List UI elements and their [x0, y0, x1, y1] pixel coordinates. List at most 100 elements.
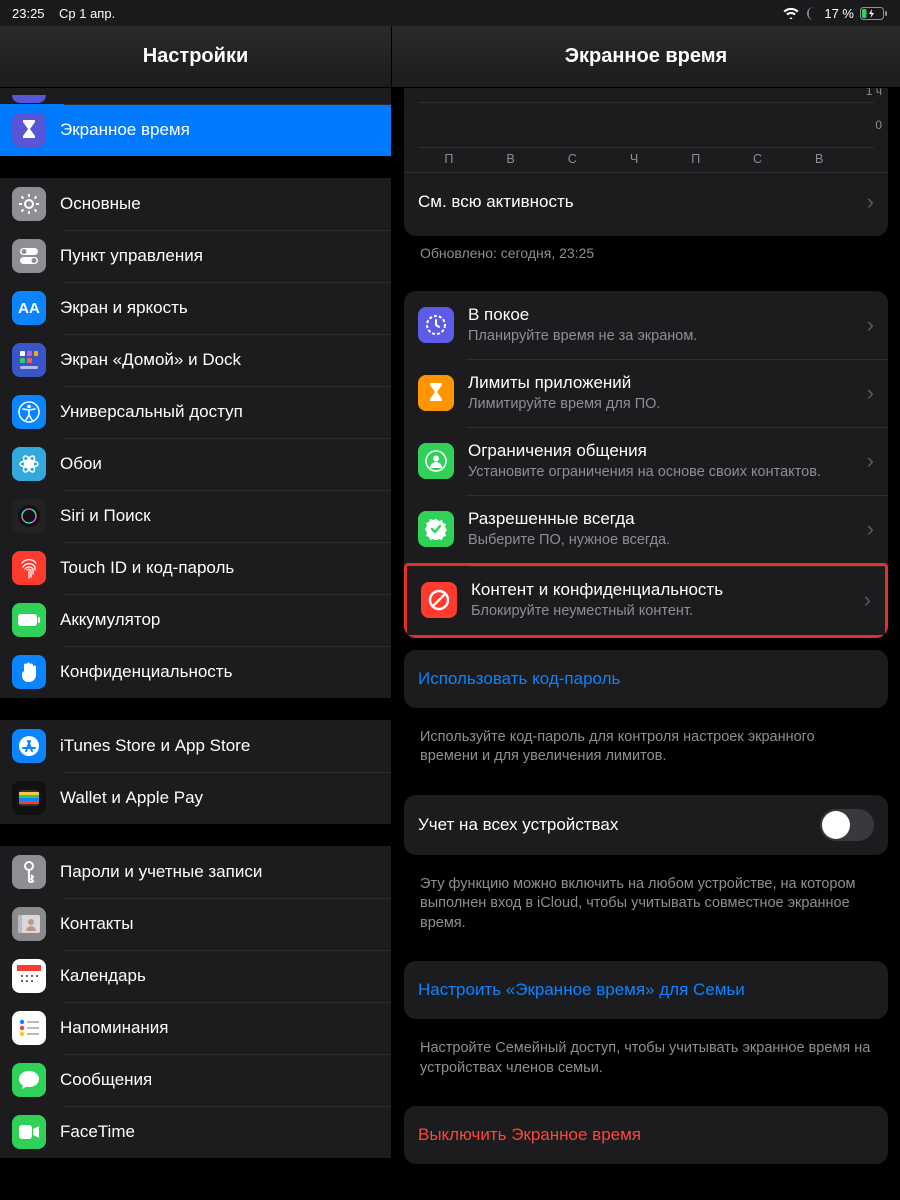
chevron-right-icon: ›: [867, 516, 874, 542]
sidebar-label: iTunes Store и App Store: [60, 736, 250, 756]
sidebar-item-itunes-appstore[interactable]: iTunes Store и App Store: [0, 720, 391, 772]
sidebar-label: Основные: [60, 194, 141, 214]
chart-ylabel-top: 1 ч: [866, 88, 882, 98]
hand-icon: [12, 655, 46, 689]
sidebar-label: Экранное время: [60, 120, 190, 140]
see-all-label: См. всю активность: [418, 192, 859, 212]
no-entry-icon: [421, 582, 457, 618]
row-title: Учет на всех устройствах: [418, 815, 820, 835]
sidebar-item-messages[interactable]: Сообщения: [0, 1054, 391, 1106]
activity-chart-card: 1 ч 0 П В С Ч: [404, 88, 888, 236]
dnd-moon-icon: [805, 7, 818, 20]
chevron-right-icon: ›: [867, 189, 874, 215]
row-sub: Установите ограничения на основе своих к…: [468, 463, 859, 481]
see-all-activity-row[interactable]: См. всю активность ›: [404, 172, 888, 230]
hourglass-icon: [418, 375, 454, 411]
detail-pane: Экранное время 1 ч 0: [392, 26, 900, 1200]
row-family-setup[interactable]: Настроить «Экранное время» для Семьи: [404, 961, 888, 1019]
status-battery-pct: 17 %: [824, 6, 854, 21]
sidebar-label: Аккумулятор: [60, 610, 160, 630]
card-passcode: Использовать код-пароль: [404, 650, 888, 708]
sidebar-item-screen-time[interactable]: Экранное время: [0, 104, 391, 156]
sidebar-title: Настройки: [0, 26, 391, 88]
detail-scroll[interactable]: 1 ч 0 П В С Ч: [392, 88, 900, 1200]
row-title: Использовать код-пароль: [418, 669, 874, 689]
status-left: 23:25 Ср 1 апр.: [12, 6, 115, 21]
sidebar-scroll[interactable]: Экранное время Основные Пункт управления: [0, 88, 391, 1200]
siri-icon: [12, 499, 46, 533]
row-turn-off[interactable]: Выключить Экранное время: [404, 1106, 888, 1164]
sidebar-item-privacy[interactable]: Конфиденциальность: [0, 646, 391, 698]
sidebar-item-home-dock[interactable]: Экран «Домой» и Dock: [0, 334, 391, 386]
row-sub: Выберите ПО, нужное всегда.: [468, 531, 859, 549]
row-app-limits[interactable]: Лимиты приложений Лимитируйте время для …: [404, 359, 888, 427]
sidebar-item-accessibility[interactable]: Универсальный доступ: [0, 386, 391, 438]
key-icon: [12, 855, 46, 889]
sidebar-label: Напоминания: [60, 1018, 169, 1038]
status-bar: 23:25 Ср 1 апр. 17 %: [0, 0, 900, 26]
sidebar-label: Wallet и Apple Pay: [60, 788, 203, 808]
app-grid-icon: [12, 343, 46, 377]
text-size-icon: AA: [12, 291, 46, 325]
wallet-icon: [12, 781, 46, 815]
row-always-allowed[interactable]: Разрешенные всегда Выберите ПО, нужное в…: [404, 495, 888, 563]
row-title: Лимиты приложений: [468, 373, 859, 393]
row-content-privacy[interactable]: Контент и конфиденциальность Блокируйте …: [404, 563, 888, 637]
facetime-icon: [12, 1115, 46, 1149]
share-devices-toggle[interactable]: [820, 809, 874, 841]
chart-bars: [418, 102, 874, 148]
usage-chart: 1 ч 0: [404, 88, 888, 148]
sidebar-item-battery[interactable]: Аккумулятор: [0, 594, 391, 646]
chevron-right-icon: ›: [867, 312, 874, 338]
family-hint: Настройте Семейный доступ, чтобы учитыва…: [404, 1031, 888, 1078]
sidebar-label: Универсальный доступ: [60, 402, 243, 422]
row-downtime[interactable]: В покое Планируйте время не за экраном. …: [404, 291, 888, 359]
status-time: 23:25: [12, 6, 45, 21]
row-comm-limits[interactable]: Ограничения общения Установите ограничен…: [404, 427, 888, 495]
sidebar-label: Контакты: [60, 914, 133, 934]
battery-full-icon: [12, 603, 46, 637]
sidebar-item-general[interactable]: Основные: [0, 178, 391, 230]
sidebar-label: Siri и Поиск: [60, 506, 151, 526]
activity-updated: Обновлено: сегодня, 23:25: [404, 236, 888, 263]
accessibility-icon: [12, 395, 46, 429]
sidebar-item-facetime[interactable]: FaceTime: [0, 1106, 391, 1158]
sidebar-item-control-center[interactable]: Пункт управления: [0, 230, 391, 282]
card-share-devices: Учет на всех устройствах: [404, 795, 888, 855]
wifi-icon: [783, 7, 799, 19]
row-use-passcode[interactable]: Использовать код-пароль: [404, 650, 888, 708]
sidebar-item-wallpaper[interactable]: Обои: [0, 438, 391, 490]
messages-icon: [12, 1063, 46, 1097]
sidebar-item-display[interactable]: AA Экран и яркость: [0, 282, 391, 334]
sidebar-label: Touch ID и код-пароль: [60, 558, 234, 578]
flower-icon: [12, 447, 46, 481]
gear-icon: [12, 187, 46, 221]
chart-ylabel-bot: 0: [875, 118, 882, 132]
sidebar-label: Экран «Домой» и Dock: [60, 350, 241, 370]
chart-xlabels: П В С Ч П С В: [404, 148, 888, 166]
sidebar-item-contacts[interactable]: Контакты: [0, 898, 391, 950]
sidebar-label: Пароли и учетные записи: [60, 862, 262, 882]
sidebar-item-siri[interactable]: Siri и Поиск: [0, 490, 391, 542]
card-family: Настроить «Экранное время» для Семьи: [404, 961, 888, 1019]
contacts-icon: [12, 907, 46, 941]
sidebar-label: FaceTime: [60, 1122, 135, 1142]
row-share-devices[interactable]: Учет на всех устройствах: [404, 795, 888, 855]
settings-sidebar: Настройки Экранное время О: [0, 26, 392, 1200]
sidebar-item-reminders[interactable]: Напоминания: [0, 1002, 391, 1054]
sidebar-item-touchid[interactable]: Touch ID и код-пароль: [0, 542, 391, 594]
appstore-icon: [12, 729, 46, 763]
sidebar-item-calendar[interactable]: Календарь: [0, 950, 391, 1002]
sidebar-item-wallet[interactable]: Wallet и Apple Pay: [0, 772, 391, 824]
row-title: Контент и конфиденциальность: [471, 580, 856, 600]
row-title: Настроить «Экранное время» для Семьи: [418, 980, 874, 1000]
sidebar-item-passwords[interactable]: Пароли и учетные записи: [0, 846, 391, 898]
share-hint: Эту функцию можно включить на любом устр…: [404, 867, 888, 934]
card-turn-off: Выключить Экранное время: [404, 1106, 888, 1164]
sidebar-label: Конфиденциальность: [60, 662, 232, 682]
row-title: Ограничения общения: [468, 441, 859, 461]
reminders-icon: [12, 1011, 46, 1045]
row-sub: Планируйте время не за экраном.: [468, 327, 859, 345]
check-badge-icon: [418, 511, 454, 547]
sidebar-label: Обои: [60, 454, 102, 474]
